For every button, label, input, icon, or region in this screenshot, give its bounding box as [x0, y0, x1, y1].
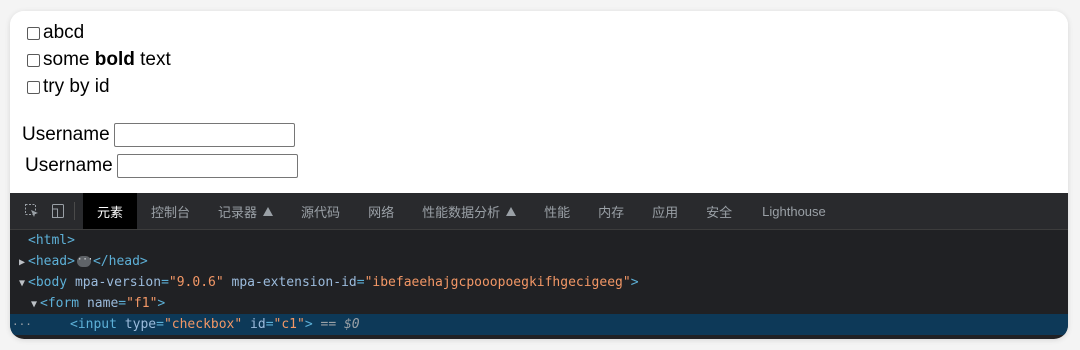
inspect-element-icon[interactable] — [24, 203, 40, 219]
attr-name: id — [250, 317, 266, 332]
username-row-2: Username — [25, 154, 298, 178]
collapse-triangle-icon[interactable]: ▼ — [16, 273, 28, 294]
flask-icon — [263, 206, 274, 216]
tab-label: 应用 — [652, 204, 679, 220]
checkbox-label-pre: some — [43, 49, 95, 70]
checkbox-label: try by id — [43, 76, 110, 97]
attr-name: mpa-extension-id — [231, 275, 357, 290]
toolbar-separator — [74, 202, 75, 220]
attr-name: name — [86, 296, 119, 311]
devtools-toolbar: 元素 控制台 记录器 源代码 网络 性能数据分析 性能 内存 应用 安全 Lig… — [10, 193, 1068, 230]
tab-performance-insights[interactable]: 性能数据分析 — [408, 193, 530, 229]
tab-label: 源代码 — [301, 204, 341, 220]
tab-label: 性能数据分析 — [422, 204, 501, 220]
username-input-1[interactable] — [113, 123, 295, 147]
tab-console[interactable]: 控制台 — [137, 193, 204, 229]
attr-value: "ibefaeehajgcpooopoegkifhgecigeeg" — [364, 275, 631, 290]
attr-value: "checkbox" — [163, 317, 243, 332]
username-row-1: Username — [22, 123, 295, 147]
ellipsis-icon[interactable]: ··· — [76, 256, 93, 267]
checkbox-row-bold-text: some bold text — [27, 49, 171, 71]
selected-node-marker: == $0 — [320, 317, 360, 332]
checkbox-try-by-id[interactable] — [27, 80, 40, 94]
checkbox-label: abcd — [43, 22, 85, 43]
dom-node-head[interactable]: ▶ <head> ···</head> — [10, 251, 1068, 272]
dom-node-body[interactable]: ▼ <body mpa-version="9.0.6" mpa-extension… — [10, 272, 1068, 293]
dom-tree: <html> ▶ <head> ···</head> ▼ <body mpa-vers… — [10, 230, 1068, 335]
tab-performance[interactable]: 性能 — [530, 193, 584, 229]
tag-body-open: <body — [28, 275, 68, 290]
checkbox-bold-text[interactable] — [27, 53, 40, 67]
tab-sources[interactable]: 源代码 — [287, 193, 354, 229]
tab-application[interactable]: 应用 — [638, 193, 692, 229]
browser-window: abcd some bold text try by id Username U… — [10, 11, 1068, 339]
tab-memory[interactable]: 内存 — [584, 193, 638, 229]
flask-icon — [506, 206, 517, 216]
tab-label: 记录器 — [218, 204, 258, 220]
checkbox-row-abcd: abcd — [27, 22, 84, 44]
tab-label: 元素 — [97, 204, 124, 220]
username-label: Username — [25, 155, 113, 176]
tab-elements[interactable]: 元素 — [83, 193, 138, 229]
tab-label: 网络 — [368, 204, 395, 220]
attr-value: "9.0.6" — [168, 275, 224, 290]
tab-recorder[interactable]: 记录器 — [204, 193, 287, 229]
dom-node-input-selected[interactable]: ··· <input type="checkbox" id="c1"> == $0 — [10, 314, 1068, 335]
tab-label: 性能 — [544, 204, 571, 220]
tag-html: <html> — [28, 233, 75, 248]
tab-label: 内存 — [598, 204, 625, 220]
dom-node-html[interactable]: <html> — [10, 230, 1068, 251]
tab-label: Lighthouse — [762, 203, 826, 219]
tab-lighthouse[interactable]: Lighthouse — [746, 193, 840, 229]
attr-value: "f1" — [126, 296, 158, 311]
tab-security[interactable]: 安全 — [692, 193, 746, 229]
more-dots-icon[interactable]: ··· — [12, 314, 32, 335]
devtools-panel: 元素 控制台 记录器 源代码 网络 性能数据分析 性能 内存 应用 安全 Lig… — [10, 193, 1068, 339]
tab-label: 控制台 — [151, 204, 191, 220]
page-content: abcd some bold text try by id Username U… — [10, 11, 1068, 193]
device-toolbar-icon[interactable] — [50, 203, 66, 219]
username-input-2[interactable] — [116, 154, 298, 178]
expand-triangle-icon[interactable]: ▶ — [16, 252, 28, 273]
tab-network[interactable]: 网络 — [354, 193, 408, 229]
attr-name: type — [124, 317, 157, 332]
tag-input-open: <input — [70, 317, 117, 332]
tag-form-open: <form — [40, 296, 80, 311]
tag-head-close: </head> — [92, 254, 148, 269]
checkbox-row-try-by-id: try by id — [27, 76, 110, 98]
username-label: Username — [22, 124, 110, 145]
checkbox-label-post: text — [134, 49, 171, 70]
dom-node-form[interactable]: ▼ <form name="f1"> — [10, 293, 1068, 314]
attr-value: "c1" — [273, 317, 305, 332]
tag-head-open: <head> — [28, 254, 75, 269]
tab-label: 安全 — [706, 204, 733, 220]
checkbox-abcd[interactable] — [27, 26, 40, 40]
attr-name: mpa-version — [74, 275, 162, 290]
collapse-triangle-icon[interactable]: ▼ — [28, 294, 40, 315]
checkbox-label-bold: bold — [94, 49, 135, 70]
